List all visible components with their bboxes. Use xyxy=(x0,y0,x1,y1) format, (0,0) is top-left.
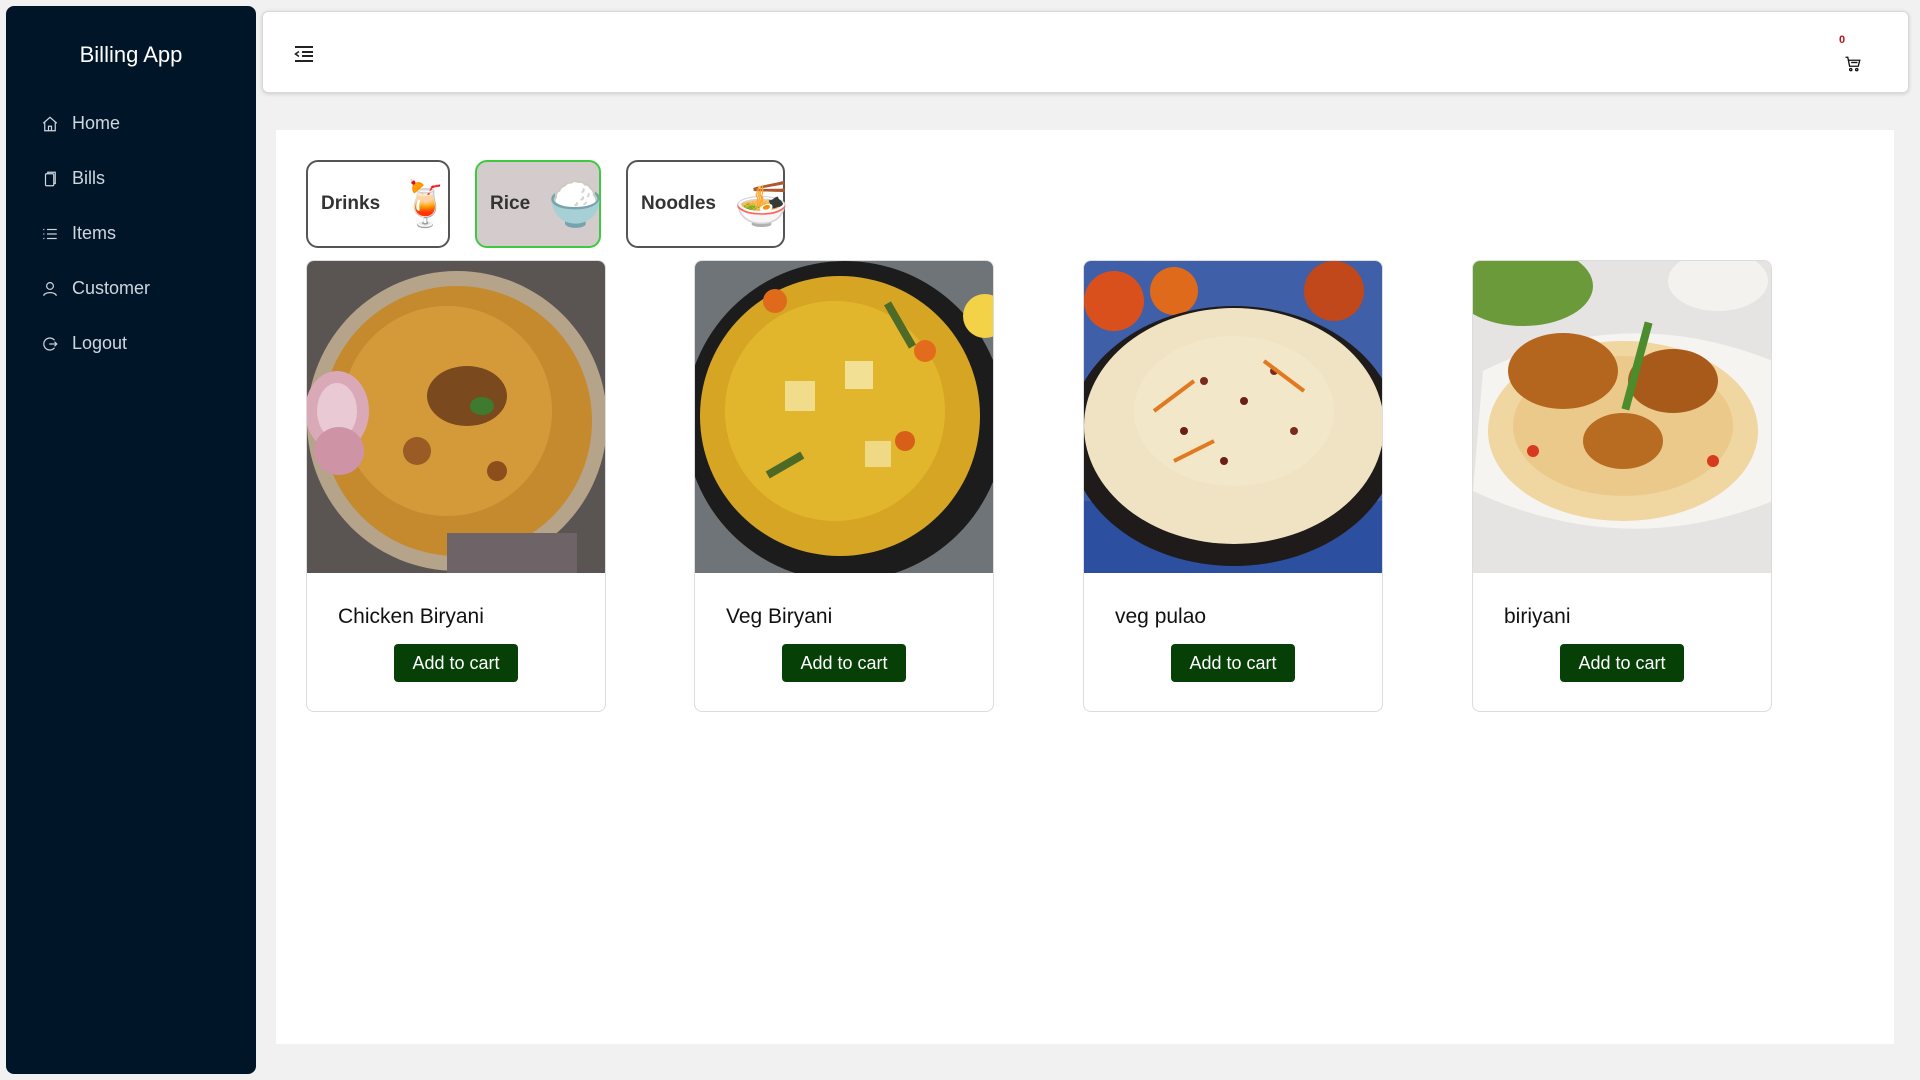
sidebar-item-label: Customer xyxy=(72,278,151,298)
top-header: 0 xyxy=(262,11,1909,93)
product-image xyxy=(695,261,993,573)
sidebar: Billing App Home Bills Items Customer Lo… xyxy=(6,6,256,1074)
add-to-cart-button[interactable]: Add to cart xyxy=(1171,644,1295,682)
product-image xyxy=(1084,261,1382,573)
user-icon xyxy=(40,279,60,299)
add-to-cart-button[interactable]: Add to cart xyxy=(782,644,906,682)
sidebar-item-items[interactable]: Items xyxy=(6,206,256,261)
product-card: veg pulao Add to cart xyxy=(1083,260,1383,712)
product-card: biriyani Add to cart xyxy=(1472,260,1772,712)
product-card: Chicken Biryani Add to cart xyxy=(306,260,606,712)
noodles-icon: 🍜 xyxy=(733,179,789,230)
sidebar-item-home[interactable]: Home xyxy=(6,96,256,151)
cart-count-badge: 0 xyxy=(1839,34,1846,46)
category-noodles[interactable]: Noodles 🍜 xyxy=(626,160,789,248)
rice-bowl-icon: 🍚 xyxy=(548,179,603,230)
product-name: Chicken Biryani xyxy=(338,605,484,628)
home-icon xyxy=(40,114,60,134)
sidebar-item-label: Items xyxy=(72,223,117,243)
category-label: Drinks xyxy=(321,193,381,214)
add-to-cart-button[interactable]: Add to cart xyxy=(1560,644,1684,682)
product-name: veg pulao xyxy=(1115,605,1207,628)
sidebar-menu: Home Bills Items Customer Logout xyxy=(6,96,256,371)
sidebar-item-customer[interactable]: Customer xyxy=(6,261,256,316)
category-rice[interactable]: Rice 🍚 xyxy=(475,160,603,248)
product-image xyxy=(307,261,605,573)
list-icon xyxy=(40,224,60,244)
logout-icon xyxy=(40,334,60,354)
add-to-cart-button[interactable]: Add to cart xyxy=(394,644,518,682)
menu-fold-icon[interactable] xyxy=(293,44,315,64)
category-label: Rice xyxy=(490,193,531,214)
sidebar-item-bills[interactable]: Bills xyxy=(6,151,256,206)
drink-icon: 🍹 xyxy=(398,179,453,230)
sidebar-item-label: Home xyxy=(72,113,121,133)
product-image xyxy=(1473,261,1771,573)
product-card: Veg Biryani Add to cart xyxy=(694,260,994,712)
main-content: Drinks 🍹 Rice 🍚 Noodles 🍜 Chicken Biryan… xyxy=(276,130,1894,1044)
sidebar-item-logout[interactable]: Logout xyxy=(6,316,256,371)
product-name: Veg Biryani xyxy=(726,605,833,628)
category-list: Drinks 🍹 Rice 🍚 Noodles 🍜 xyxy=(306,160,810,248)
category-label: Noodles xyxy=(641,193,716,214)
bills-icon xyxy=(40,169,60,189)
sidebar-item-label: Logout xyxy=(72,333,128,353)
category-drinks[interactable]: Drinks 🍹 xyxy=(306,160,453,248)
sidebar-item-label: Bills xyxy=(72,168,106,188)
product-name: biriyani xyxy=(1504,605,1571,628)
cart-button[interactable]: 0 xyxy=(1834,34,1870,80)
app-title: Billing App xyxy=(79,42,183,67)
cart-icon xyxy=(1845,56,1861,72)
